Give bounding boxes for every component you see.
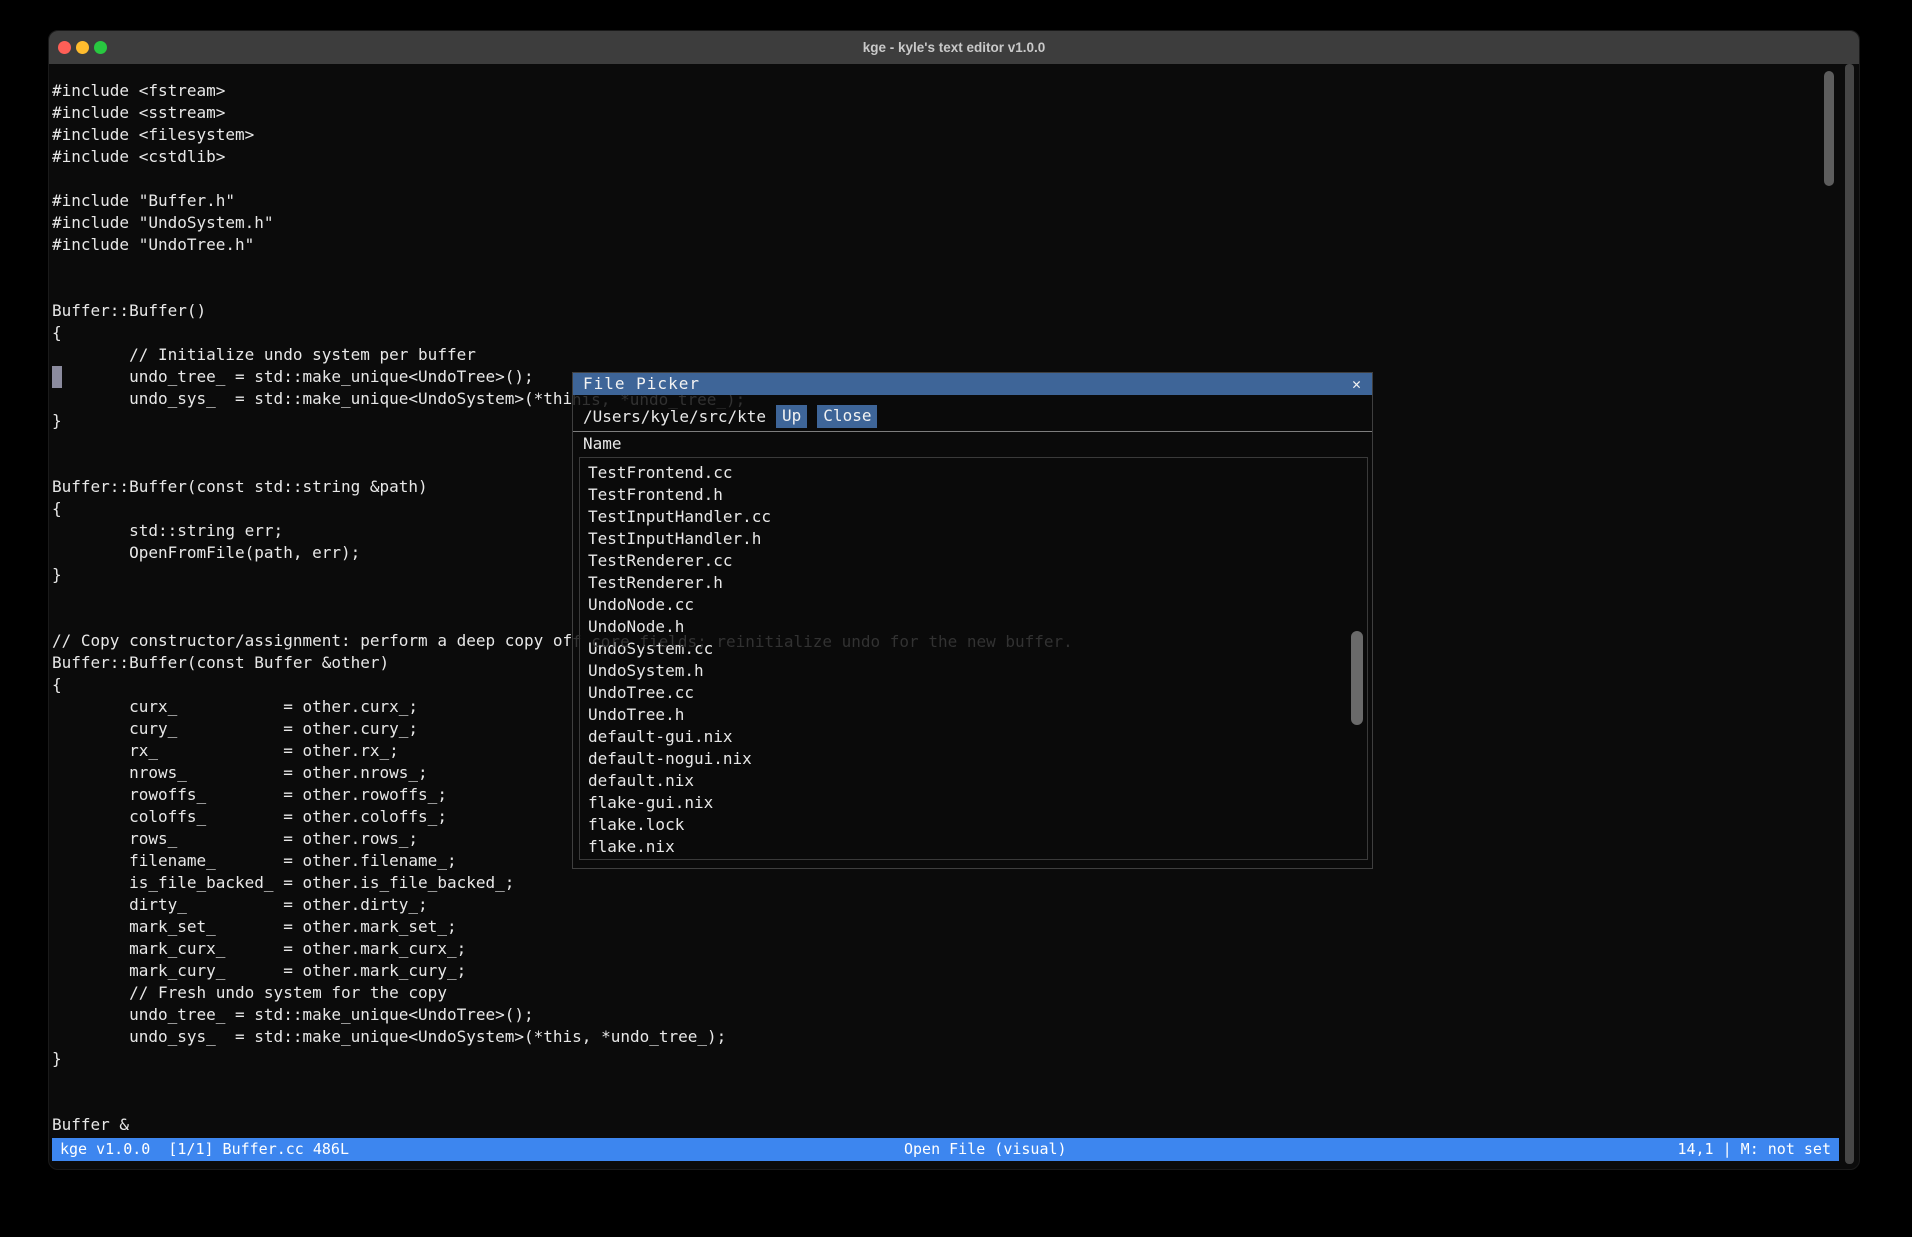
text-cursor <box>52 366 62 388</box>
app-window: #include <fstream> #include <sstream> #i… <box>48 30 1860 1170</box>
file-picker-dialog: (*this, *undo_tree_); y of core fields; … <box>572 372 1373 869</box>
file-row[interactable]: TestRenderer.h <box>580 572 1367 594</box>
file-row[interactable]: default-nogui.nix <box>580 748 1367 770</box>
file-list: TestFrontend.ccTestFrontend.hTestInputHa… <box>579 457 1368 860</box>
file-row[interactable]: TestInputHandler.cc <box>580 506 1367 528</box>
editor-scrollbar-track[interactable] <box>1845 64 1854 1164</box>
ghost-code-line-26: y of core fields; reinitialize undo for … <box>572 631 1073 653</box>
file-row[interactable]: TestFrontend.h <box>580 484 1367 506</box>
status-cursor-position: 14,1 | M: not set <box>1677 1138 1831 1161</box>
dialog-close-icon[interactable]: ✕ <box>1352 373 1361 395</box>
status-mode: Open File (visual) <box>904 1138 1067 1161</box>
file-row[interactable]: flake.nix <box>580 836 1367 858</box>
file-row[interactable]: UndoNode.cc <box>580 594 1367 616</box>
window-titlebar: kge - kyle's text editor v1.0.0 <box>49 31 1859 64</box>
file-row[interactable]: default-gui.nix <box>580 726 1367 748</box>
name-column-header: Name <box>583 434 622 453</box>
dialog-separator <box>573 431 1372 432</box>
status-file-info: kge v1.0.0 [1/1] Buffer.cc 486L <box>60 1138 349 1161</box>
editor-scrollbar-thumb[interactable] <box>1824 71 1834 186</box>
file-row[interactable]: TestRenderer.cc <box>580 550 1367 572</box>
file-row[interactable]: default.nix <box>580 770 1367 792</box>
dialog-title: File Picker <box>583 373 700 395</box>
file-row[interactable]: TestInputHandler.h <box>580 528 1367 550</box>
status-bar: kge v1.0.0 [1/1] Buffer.cc 486L Open Fil… <box>52 1138 1839 1161</box>
file-list-scrollbar-thumb[interactable] <box>1351 631 1363 725</box>
file-row[interactable]: flake.lock <box>580 814 1367 836</box>
window-title: kge - kyle's text editor v1.0.0 <box>49 31 1859 64</box>
file-row[interactable]: UndoSystem.h <box>580 660 1367 682</box>
file-row[interactable]: flake-gui.nix <box>580 792 1367 814</box>
file-row[interactable]: UndoTree.cc <box>580 682 1367 704</box>
file-row[interactable]: TestFrontend.cc <box>580 462 1367 484</box>
file-row[interactable]: UndoTree.h <box>580 704 1367 726</box>
close-button[interactable]: Close <box>817 405 877 428</box>
dialog-titlebar[interactable]: File Picker ✕ <box>573 373 1372 395</box>
up-button[interactable]: Up <box>776 405 807 428</box>
